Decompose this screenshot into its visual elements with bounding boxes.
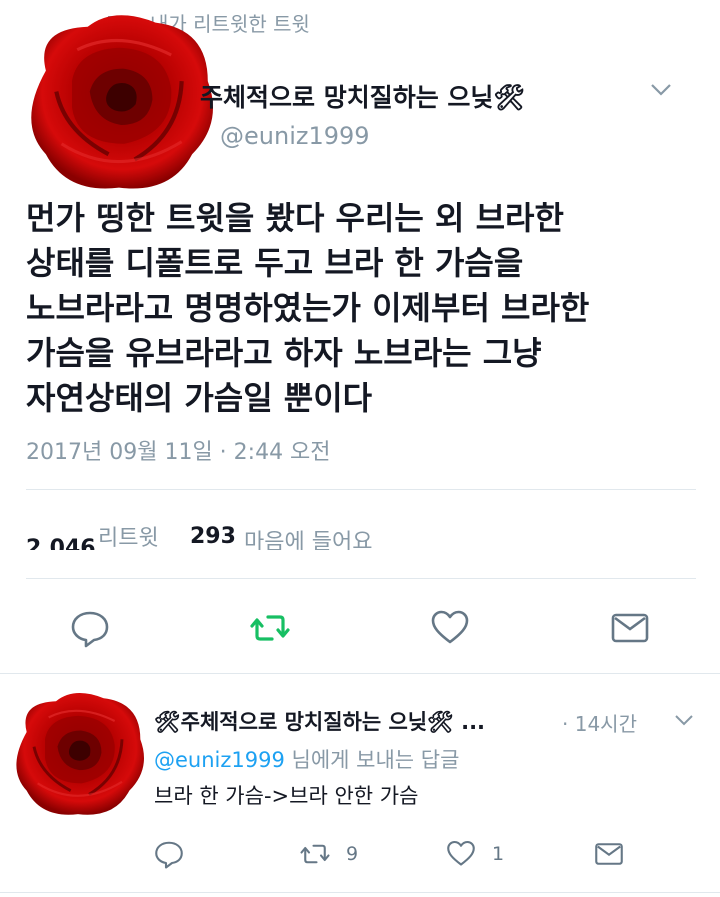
reply-icon[interactable]: [70, 608, 110, 648]
retweet-count[interactable]: 2,046: [26, 536, 96, 550]
reply-to-suffix: 님에게 보내는 답글: [284, 748, 460, 772]
reply-avatar[interactable]: [4, 688, 152, 820]
retweet-count-label[interactable]: 리트윗: [98, 520, 159, 550]
reply-text: 브라 한 가슴->브라 안한 가슴: [154, 784, 419, 808]
chevron-down-icon[interactable]: [674, 712, 694, 726]
reply-reply-button[interactable]: [154, 838, 184, 870]
envelope-icon[interactable]: [610, 608, 650, 648]
tweet-stats: 2,046 리트윗 293 마음에 들어요: [26, 518, 696, 550]
reply-to-mention[interactable]: @euniz1999: [154, 748, 285, 772]
divider: [0, 892, 720, 893]
divider: [26, 578, 696, 579]
tweet-text: 먼가 띵한 트윗을 봤다 우리는 외 브라한 상태를 디폴트로 두고 브라 한 …: [26, 199, 590, 417]
retweet-icon: [300, 844, 330, 864]
reply-author-name[interactable]: 🛠주체적으로 망치질하는 으닞🛠 ...: [154, 706, 485, 736]
divider: [0, 673, 720, 674]
heart-icon[interactable]: [430, 608, 470, 648]
heart-icon: [447, 840, 475, 866]
author-name[interactable]: 주체적으로 망치질하는 으닞🛠: [200, 78, 525, 114]
envelope-icon: [595, 843, 623, 865]
reply-dm-button[interactable]: [594, 838, 624, 870]
reply-like-button[interactable]: 1: [446, 838, 504, 870]
reply-like-count: 1: [492, 843, 505, 865]
like-count-label[interactable]: 마음에 들어요: [244, 524, 372, 550]
author-handle[interactable]: @euniz1999: [220, 122, 370, 150]
reply-retweet-button[interactable]: 9: [300, 838, 358, 870]
reply-icon: [155, 841, 183, 869]
reply-retweet-count: 9: [346, 843, 359, 865]
tweet-timestamp[interactable]: 2017년 09월 11일 · 2:44 오전: [26, 434, 331, 466]
avatar[interactable]: [14, 8, 224, 196]
divider: [26, 489, 696, 490]
reply-to-line: @euniz1999 님에게 보내는 답글: [154, 744, 459, 774]
retweet-icon[interactable]: [250, 608, 290, 648]
reply-timestamp[interactable]: · 14시간: [562, 708, 637, 737]
like-count[interactable]: 293: [190, 524, 236, 549]
chevron-down-icon[interactable]: [650, 82, 672, 96]
